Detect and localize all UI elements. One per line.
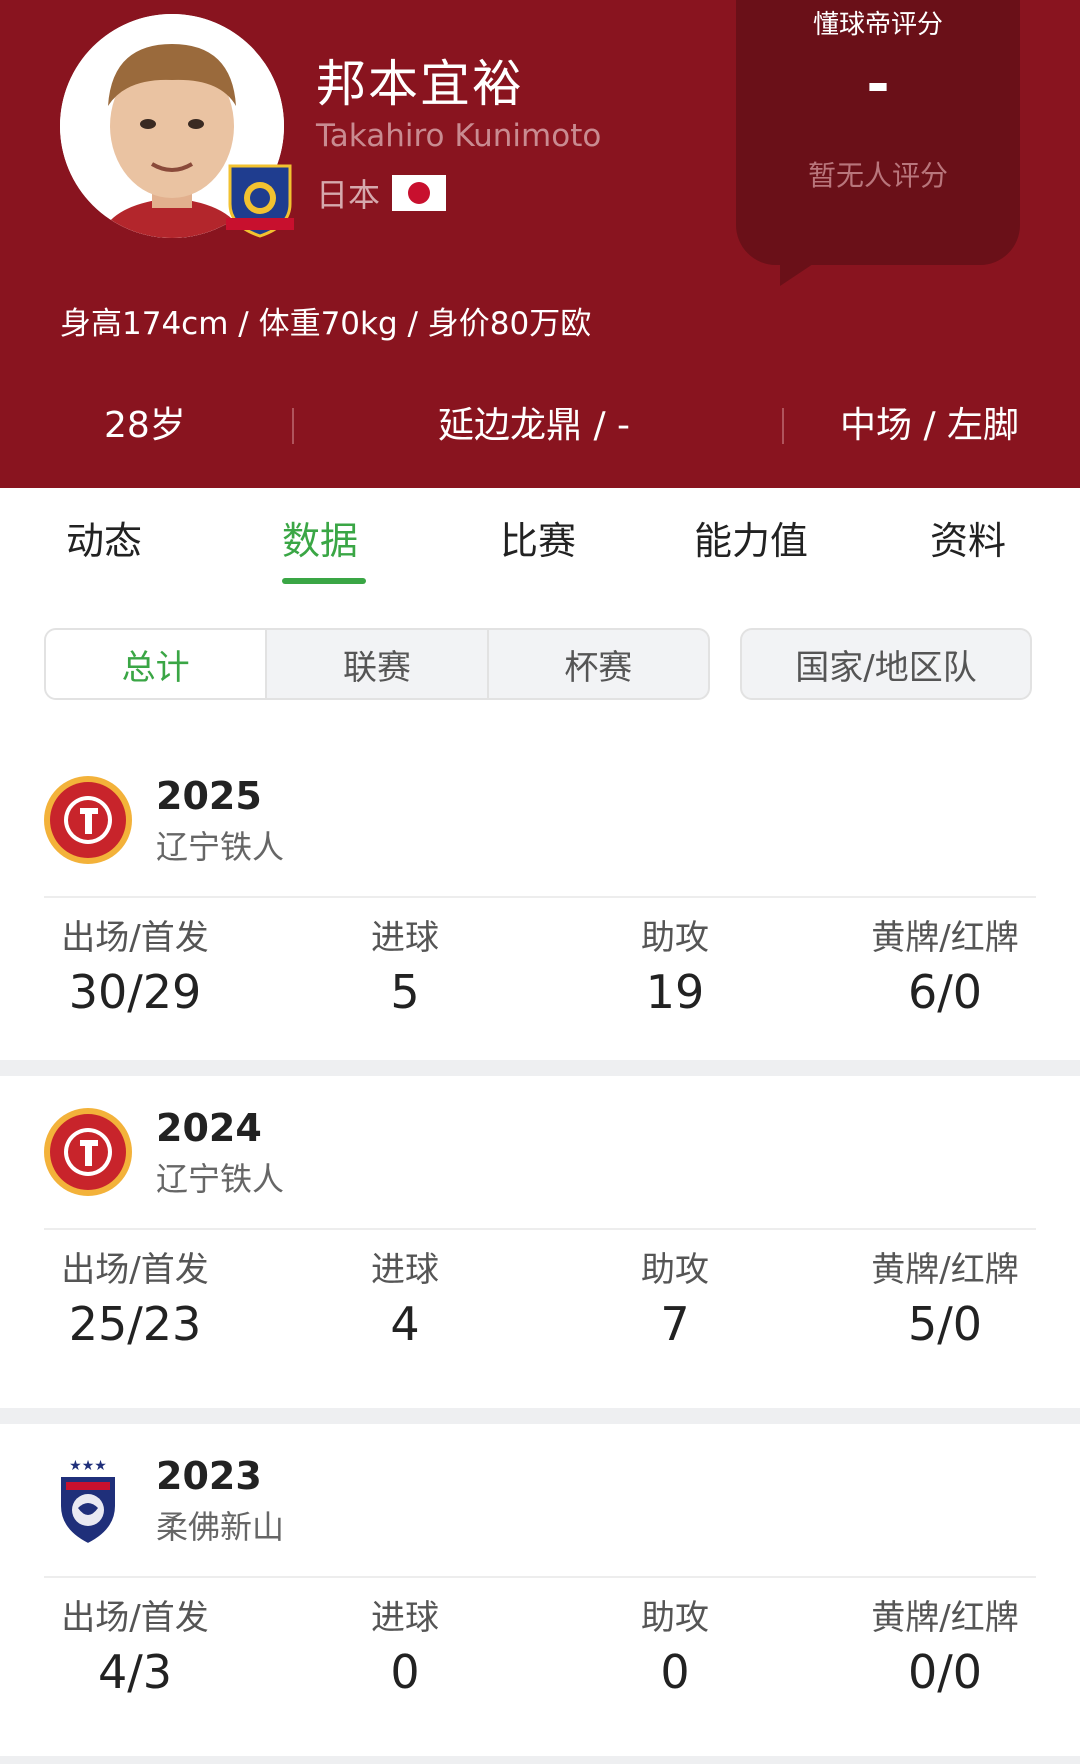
player-age: 28岁 xyxy=(104,405,186,446)
stat-label: 黄牌/红牌 xyxy=(871,1598,1019,1638)
competition-filter: 总计 联赛 杯赛 xyxy=(44,628,710,700)
stat-label: 进球 xyxy=(371,1250,439,1290)
player-english-name: Takahiro Kunimoto xyxy=(316,118,602,154)
stat-value: 4 xyxy=(390,1297,420,1351)
nation-name: 日本 xyxy=(316,176,381,214)
active-tab-indicator xyxy=(282,578,366,584)
liaoning-tieren-logo-icon xyxy=(44,776,132,864)
stat-label: 进球 xyxy=(371,918,439,958)
rating-bubble-tail xyxy=(780,246,840,286)
season-divider xyxy=(44,1576,1036,1578)
player-club[interactable]: 延边龙鼎 / - xyxy=(438,396,630,448)
stat-label: 黄牌/红牌 xyxy=(871,918,1019,958)
stat-appearances: 出场/首发 4/3 xyxy=(0,1590,270,1699)
stat-assists: 助攻 19 xyxy=(540,910,810,1019)
stat-cards: 黄牌/红牌 0/0 xyxy=(810,1590,1080,1699)
svg-text:★★★: ★★★ xyxy=(69,1458,107,1474)
liaoning-tieren-logo-icon xyxy=(44,1108,132,1196)
stat-value: 7 xyxy=(660,1297,690,1351)
player-name: 邦本宜裕 xyxy=(316,55,524,113)
stat-label: 助攻 xyxy=(641,918,709,958)
stat-cards: 黄牌/红牌 6/0 xyxy=(810,910,1080,1019)
season-divider xyxy=(44,896,1036,898)
season-divider xyxy=(44,1228,1036,1230)
stat-label: 出场/首发 xyxy=(61,1598,209,1638)
info-divider xyxy=(782,408,784,444)
stat-goals: 进球 5 xyxy=(270,910,540,1019)
tab-ability[interactable]: 能力值 xyxy=(694,510,808,565)
stat-label: 助攻 xyxy=(641,1250,709,1290)
section-gap xyxy=(0,1408,1080,1424)
stat-appearances: 出场/首发 25/23 xyxy=(0,1242,270,1351)
stat-value: 5/0 xyxy=(907,1297,983,1351)
stat-value: 5 xyxy=(390,965,420,1019)
rating-value: - xyxy=(866,52,890,117)
stat-label: 黄牌/红牌 xyxy=(871,1250,1019,1290)
stat-goals: 进球 0 xyxy=(270,1590,540,1699)
stat-label: 出场/首发 xyxy=(61,1250,209,1290)
stat-goals: 进球 4 xyxy=(270,1242,540,1351)
player-physical-info: 身高174cm / 体重70kg / 身价80万欧 xyxy=(60,306,592,342)
johor-darul-tazim-logo-icon: ★★★ xyxy=(59,1458,117,1546)
stat-value: 30/29 xyxy=(68,965,202,1019)
japan-flag-icon xyxy=(392,175,447,211)
stat-value: 19 xyxy=(645,965,705,1019)
tab-data[interactable]: 数据 xyxy=(282,510,358,565)
stat-value: 6/0 xyxy=(907,965,983,1019)
filter-cup[interactable]: 杯赛 xyxy=(489,630,708,698)
stat-label: 助攻 xyxy=(641,1598,709,1638)
rating-title: 懂球帝评分 xyxy=(812,10,943,40)
player-nationality: 日本 xyxy=(316,170,447,216)
tab-matches[interactable]: 比赛 xyxy=(500,510,576,565)
info-divider xyxy=(292,408,294,444)
filter-league[interactable]: 联赛 xyxy=(267,630,489,698)
player-position: 中场 / 左脚 xyxy=(840,405,1020,446)
rating-card[interactable]: 懂球帝评分 - 暂无人评分 xyxy=(736,0,1020,265)
season-year: 2024 xyxy=(156,1106,262,1150)
stat-value: 25/23 xyxy=(68,1297,202,1351)
filter-total[interactable]: 总计 xyxy=(46,630,268,698)
tab-dynamics[interactable]: 动态 xyxy=(66,510,142,565)
stat-assists: 助攻 7 xyxy=(540,1242,810,1351)
tab-profile[interactable]: 资料 xyxy=(930,510,1006,565)
stat-label: 进球 xyxy=(371,1598,439,1638)
stat-assists: 助攻 0 xyxy=(540,1590,810,1699)
filter-national-team[interactable]: 国家/地区队 xyxy=(740,628,1032,700)
season-club: 柔佛新山 xyxy=(156,1508,285,1546)
stat-value: 0 xyxy=(660,1645,690,1699)
season-card-2025[interactable]: 2025 辽宁铁人 出场/首发 30/29 进球 5 助攻 19 黄牌/红牌 6… xyxy=(0,744,1080,1076)
stat-label: 出场/首发 xyxy=(61,918,209,958)
stat-value: 4/3 xyxy=(97,1645,173,1699)
section-gap xyxy=(0,1756,1080,1764)
season-year: 2023 xyxy=(156,1454,262,1498)
profile-tabs: 动态 数据 比赛 能力值 资料 xyxy=(0,488,1080,600)
season-card-2023[interactable]: ★★★ 2023 柔佛新山 出场/首发 4/3 进球 0 助攻 0 黄牌/红牌 … xyxy=(0,1424,1080,1756)
stat-cards: 黄牌/红牌 5/0 xyxy=(810,1242,1080,1351)
stat-value: 0/0 xyxy=(907,1645,983,1699)
stat-appearances: 出场/首发 30/29 xyxy=(0,910,270,1019)
rating-note: 暂无人评分 xyxy=(807,159,948,192)
player-header: 邦本宜裕 Takahiro Kunimoto 日本 懂球帝评分 - 暂无人评分 … xyxy=(0,0,1080,488)
yanbian-badge-icon xyxy=(226,164,294,238)
player-info-bar: 28岁 延边龙鼎 / - 中场 / 左脚 xyxy=(0,396,1080,456)
season-club: 辽宁铁人 xyxy=(156,828,285,866)
season-card-2024[interactable]: 2024 辽宁铁人 出场/首发 25/23 进球 4 助攻 7 黄牌/红牌 5/… xyxy=(0,1076,1080,1408)
stat-value: 0 xyxy=(390,1645,420,1699)
season-year: 2025 xyxy=(156,774,262,818)
season-club: 辽宁铁人 xyxy=(156,1160,285,1198)
section-gap xyxy=(0,1060,1080,1076)
